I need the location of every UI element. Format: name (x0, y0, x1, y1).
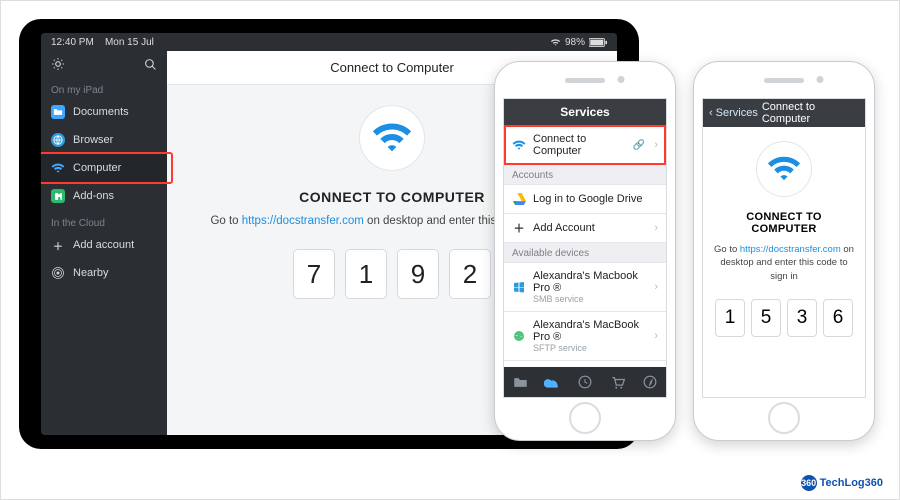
status-date: Mon 15 Jul (105, 37, 154, 48)
connect-title: CONNECT TO COMPUTER (299, 189, 485, 205)
back-label: Services (716, 107, 758, 119)
status-time: 12:40 PM (51, 37, 94, 48)
camera-icon (817, 76, 824, 83)
wifi-icon (512, 138, 526, 152)
code-digit: 2 (449, 249, 491, 299)
ipad-status-bar: 12:40 PM Mon 15 Jul 98% (41, 33, 617, 51)
connect-title: CONNECT TO COMPUTER (713, 211, 855, 235)
row-device[interactable]: Alexandra's MacBook Pro ® SFTP service › (504, 311, 666, 361)
tab-store[interactable] (601, 367, 633, 397)
iphone-services: Services Connect to Computer 🔗 › Account… (494, 61, 676, 441)
code-digit: 1 (345, 249, 387, 299)
sidebar-item-nearby[interactable]: Nearby (41, 259, 167, 287)
section-accounts: Accounts (504, 164, 666, 184)
sidebar-item-computer[interactable]: Computer (41, 154, 167, 182)
sidebar-top-row (41, 51, 167, 77)
section-devices: Available devices (504, 242, 666, 262)
wifi-icon (51, 161, 65, 175)
row-connect-computer[interactable]: Connect to Computer 🔗 › (504, 125, 666, 165)
sidebar-item-browser[interactable]: Browser (41, 126, 167, 154)
watermark-icon: 360 (801, 475, 817, 491)
sidebar-item-addons[interactable]: Add-ons (41, 182, 167, 210)
status-left: 12:40 PM Mon 15 Jul (51, 37, 154, 48)
camera-icon (618, 76, 625, 83)
wifi-circle-icon (359, 105, 425, 171)
sidebar-item-label: Nearby (73, 267, 108, 279)
sidebar: On my iPad Documents Browser (41, 51, 167, 435)
iphone-connect: ‹ Services Connect to Computer CONNECT T… (693, 61, 875, 441)
tab-recent[interactable] (569, 367, 601, 397)
windows-icon (512, 280, 526, 294)
sidebar-section-local: On my iPad (41, 77, 167, 98)
watermark: 360 TechLog360 (801, 475, 883, 491)
phone-body: CONNECT TO COMPUTER Go to https://docstr… (703, 127, 865, 397)
chevron-right-icon: › (654, 281, 658, 293)
sidebar-item-label: Add-ons (73, 190, 114, 202)
wifi-circle-icon (756, 141, 812, 197)
settings-icon[interactable] (51, 57, 65, 71)
sidebar-item-label: Computer (73, 162, 121, 174)
status-right: 98% (550, 37, 607, 48)
phone-header: Services (504, 99, 666, 125)
puzzle-icon (51, 189, 65, 203)
row-label: Add Account (533, 222, 647, 234)
docstransfer-link[interactable]: https://docstransfer.com (740, 244, 841, 255)
sidebar-item-label: Browser (73, 134, 113, 146)
content-title: Connect to Computer (330, 60, 454, 75)
plus-icon: ＋ (512, 221, 526, 235)
services-list[interactable]: Connect to Computer 🔗 › Accounts Log in … (504, 125, 666, 367)
code-digit: 3 (787, 299, 817, 337)
link-icon: 🔗 (633, 140, 645, 151)
code-digit: 9 (397, 249, 439, 299)
row-label: Alexandra's MacBook Pro ® SFTP service (533, 319, 647, 353)
phone-screen: ‹ Services Connect to Computer CONNECT T… (702, 98, 866, 398)
watermark-text: TechLog360 (820, 477, 883, 489)
battery-pct: 98% (565, 37, 585, 48)
code-digit: 6 (823, 299, 853, 337)
globe-icon (51, 133, 65, 147)
header-title: Connect to Computer (762, 101, 859, 125)
connect-instruction: Go to https://docstransfer.com on deskto… (713, 243, 855, 283)
sidebar-item-label: Add account (73, 239, 134, 251)
chevron-right-icon: › (654, 330, 658, 342)
row-add-account[interactable]: ＋ Add Account › (504, 213, 666, 243)
sidebar-item-label: Documents (73, 106, 129, 118)
sidebar-item-add-account[interactable]: ＋ Add account (41, 231, 167, 259)
row-label: Connect to Computer (533, 133, 626, 157)
row-google-drive[interactable]: Log in to Google Drive (504, 184, 666, 214)
row-label: Alexandra's Macbook Pro ® SMB service (533, 270, 647, 304)
header-title: Services (560, 105, 609, 119)
code-digit: 5 (751, 299, 781, 337)
search-icon[interactable] (144, 58, 157, 71)
code-digit: 7 (293, 249, 335, 299)
chevron-right-icon: › (654, 139, 658, 151)
tabbar (504, 367, 666, 397)
home-button[interactable] (768, 402, 800, 434)
row-device[interactable]: AlexWorkMac SMB service › (504, 360, 666, 367)
docstransfer-link[interactable]: https://docstransfer.com (242, 215, 364, 227)
row-device[interactable]: Alexandra's Macbook Pro ® SMB service › (504, 262, 666, 312)
chevron-left-icon: ‹ (709, 107, 713, 119)
row-label: Log in to Google Drive (533, 193, 658, 205)
gdrive-icon (512, 192, 526, 206)
chevron-right-icon: › (654, 222, 658, 234)
code-row: 1 5 3 6 (715, 299, 853, 337)
code-row: 7 1 9 2 (293, 249, 491, 299)
home-button[interactable] (569, 402, 601, 434)
tab-browser[interactable] (634, 367, 666, 397)
phone-header: ‹ Services Connect to Computer (703, 99, 865, 127)
plus-icon: ＋ (51, 238, 65, 252)
wifi-icon (550, 37, 561, 47)
folder-icon (51, 105, 65, 119)
code-digit: 1 (715, 299, 745, 337)
tab-folder[interactable] (504, 367, 536, 397)
battery-icon (589, 38, 607, 47)
tab-cloud[interactable] (536, 367, 568, 397)
phone-screen: Services Connect to Computer 🔗 › Account… (503, 98, 667, 398)
sidebar-item-documents[interactable]: Documents (41, 98, 167, 126)
globe-icon (512, 329, 526, 343)
sidebar-section-cloud: In the Cloud (41, 210, 167, 231)
back-button[interactable]: ‹ Services (709, 107, 758, 119)
nearby-icon (51, 266, 65, 280)
